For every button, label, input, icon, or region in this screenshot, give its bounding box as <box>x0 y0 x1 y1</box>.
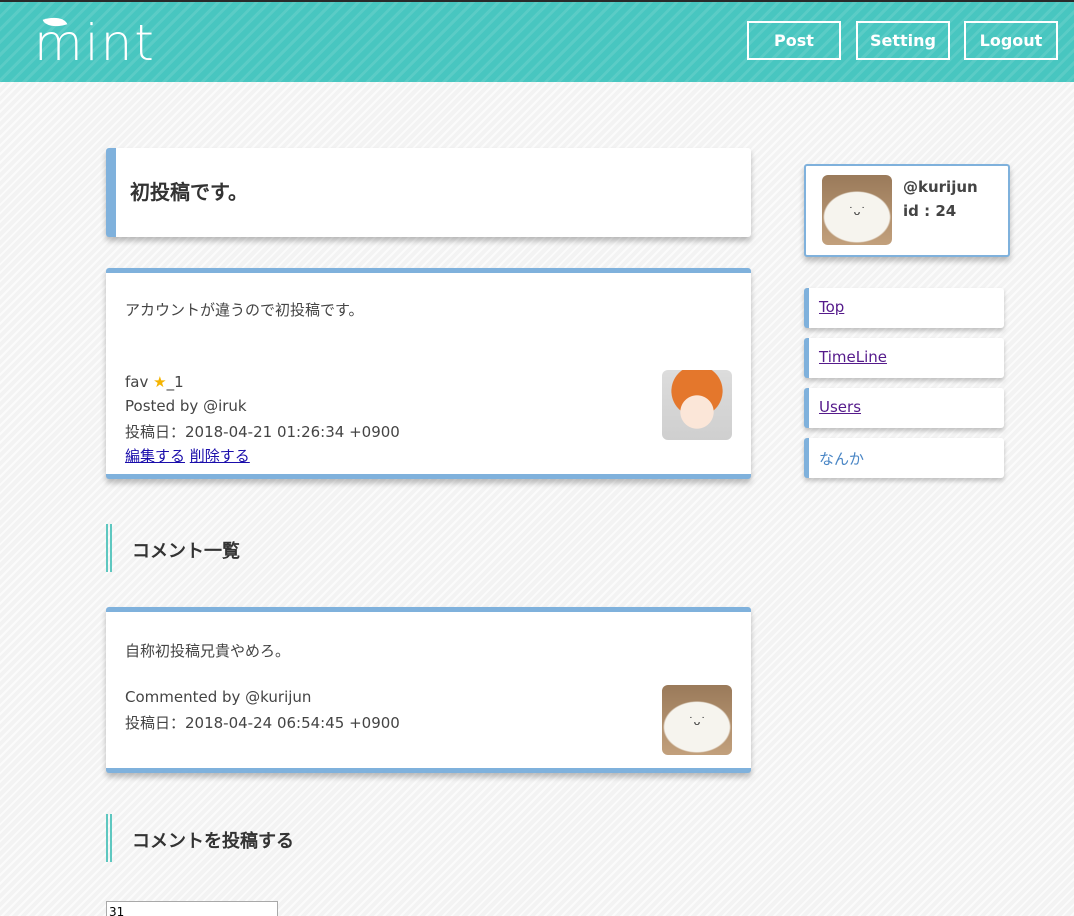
commenter-avatar[interactable]: ˙ᴗ˙ <box>662 685 732 755</box>
mint-logo[interactable]: mint <box>34 12 164 72</box>
post-comment-section-header: コメントを投稿する <box>106 814 506 862</box>
fav-row: fav ★_1 <box>125 373 184 391</box>
setting-button[interactable]: Setting <box>856 21 950 60</box>
post-comment-section-title: コメントを投稿する <box>132 831 294 852</box>
comment-author: Commented by @kurijun <box>125 688 312 706</box>
post-card: アカウントが違うので初投稿です。 fav ★_1 Posted by @iruk… <box>106 268 751 479</box>
sidebar-item-users[interactable]: Users <box>804 388 1004 428</box>
profile-avatar[interactable]: ˙ᴗ˙ <box>822 175 892 245</box>
sidebar-item-label[interactable]: TimeLine <box>819 348 887 366</box>
post-title: 初投稿です。 <box>130 180 248 204</box>
sidebar-item-top[interactable]: Top <box>804 288 1004 328</box>
post-actions: 編集する 削除する <box>125 445 250 466</box>
sidebar-item-label[interactable]: なんか <box>819 448 864 469</box>
mochi-face-icon: ˙ᴗ˙ <box>848 205 866 218</box>
delete-link[interactable]: 削除する <box>190 447 250 465</box>
edit-link[interactable]: 編集する <box>125 447 185 465</box>
header: mint Post Setting Logout <box>0 0 1074 82</box>
profile-id: id : 24 <box>903 202 957 220</box>
post-date: 投稿日：2018-04-21 01:26:34 +0900 <box>125 423 400 441</box>
star-icon[interactable]: ★ <box>153 373 166 391</box>
sidebar-item-nanka[interactable]: なんか <box>804 438 1004 478</box>
sidebar-item-label[interactable]: Top <box>819 298 844 316</box>
post-title-card: 初投稿です。 <box>106 148 751 237</box>
profile-username: @kurijun <box>903 178 978 196</box>
sidebar-item-timeline[interactable]: TimeLine <box>804 338 1004 378</box>
author-avatar[interactable] <box>662 370 732 440</box>
post-button[interactable]: Post <box>747 21 841 60</box>
sidebar-item-label[interactable]: Users <box>819 398 861 416</box>
comment-card: 自称初投稿兄貴やめろ。 Commented by @kurijun 投稿日：20… <box>106 607 751 773</box>
comment-input[interactable] <box>106 901 278 916</box>
fav-label: fav <box>125 373 149 391</box>
comment-date: 投稿日：2018-04-24 06:54:45 +0900 <box>125 714 400 732</box>
comment-body: 自称初投稿兄貴やめろ。 <box>125 642 291 660</box>
comments-section-header: コメント一覧 <box>106 524 506 572</box>
fav-count: _1 <box>166 373 184 391</box>
profile-card: ˙ᴗ˙ @kurijun id : 24 <box>804 164 1010 257</box>
comments-section-title: コメント一覧 <box>132 541 240 562</box>
post-body: アカウントが違うので初投稿です。 <box>125 301 364 319</box>
mochi-face-icon: ˙ᴗ˙ <box>688 715 706 728</box>
logout-button[interactable]: Logout <box>964 21 1058 60</box>
posted-by: Posted by @iruk <box>125 397 247 415</box>
